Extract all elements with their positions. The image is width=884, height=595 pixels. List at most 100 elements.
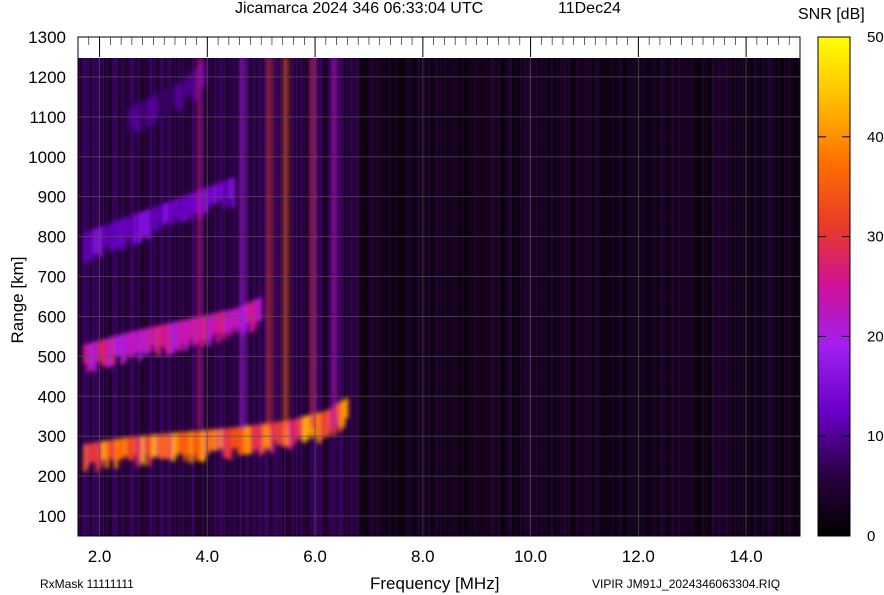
noise-streak [754,58,756,536]
noise-streak [94,58,96,536]
noise-streak [660,58,662,536]
noise-streak [540,58,542,536]
noise-streak [194,58,196,536]
noise-streak [520,58,522,536]
y-tick-label: 1000 [28,148,66,167]
noise-streak [516,58,518,536]
noise-streak [720,58,722,536]
noise-streak [256,58,258,536]
colorbar-tick-label: 20 [867,328,884,345]
x-tick-label: 8.0 [411,547,435,566]
noise-streak [258,58,260,536]
noise-streak [292,58,294,536]
noise-streak [228,58,230,536]
noise-streak [526,58,528,536]
noise-streak [324,58,326,536]
colorbar-tick-label: 30 [867,229,884,246]
noise-streak [426,58,428,536]
noise-streak [208,58,210,536]
noise-streak [376,58,378,536]
noise-streak [522,58,524,536]
noise-streak [784,58,786,536]
noise-streak [700,58,702,536]
noise-streak [736,58,738,536]
noise-streak [670,58,672,536]
noise-streak [570,58,572,536]
noise-streak [460,58,462,536]
noise-streak [470,58,472,536]
noise-streak [676,58,678,536]
noise-streak [742,58,744,536]
noise-streak [446,58,448,536]
noise-streak [556,58,558,536]
noise-streak [204,58,206,536]
x-tick-label: 10.0 [514,547,547,566]
noise-streak [514,58,516,536]
noise-streak [352,58,354,536]
noise-streak [768,58,770,536]
noise-streak [536,58,538,536]
noise-streak [612,58,614,536]
chart-date: 11Dec24 [558,0,621,17]
noise-streak [640,58,642,536]
noise-streak [214,58,216,536]
noise-streak [708,58,710,536]
noise-streak [796,58,798,536]
noise-streak [564,58,566,536]
noise-streak [626,58,628,536]
noise-streak [354,58,356,536]
noise-streak [588,58,590,536]
emission-column [196,58,203,429]
noise-streak [622,58,624,536]
noise-streak [500,58,502,536]
noise-streak [592,58,594,536]
noise-streak [686,58,688,536]
rxmask-label: RxMask 11111111 [40,577,134,591]
noise-streak [386,58,388,536]
noise-streak [710,58,712,536]
noise-streak [792,58,794,536]
noise-streak [326,58,328,536]
noise-streak [476,58,478,536]
noise-streak [678,58,680,536]
noise-streak [776,58,778,536]
noise-streak [672,58,674,536]
colorbar-tick-label: 40 [867,129,884,146]
noise-streak [748,58,750,536]
noise-streak [366,58,368,536]
noise-streak [572,58,574,536]
noise-streak [350,58,352,536]
noise-streak [378,58,380,536]
noise-streak [276,58,278,536]
y-tick-label: 100 [38,507,66,526]
noise-streak [344,58,346,536]
noise-streak [468,58,470,536]
noise-streak [616,58,618,536]
noise-streak [498,58,500,536]
noise-streak [290,58,292,536]
noise-streak [668,58,670,536]
y-tick-label: 1200 [28,68,66,87]
noise-streak [434,58,436,536]
noise-streak [110,58,112,536]
noise-streak [582,58,584,536]
y-tick-label: 800 [38,228,66,247]
noise-streak [628,58,630,536]
noise-streak [466,58,468,536]
x-axis-label: Frequency [MHz] [370,574,500,593]
noise-streak [692,58,694,536]
noise-streak [786,58,788,536]
noise-streak [404,58,406,536]
noise-streak [168,58,170,536]
noise-streak [274,58,276,536]
noise-streak [430,58,432,536]
noise-streak [358,58,360,536]
noise-streak [432,58,434,536]
noise-streak [642,58,644,536]
noise-streak [532,58,534,536]
y-tick-label: 200 [38,467,66,486]
noise-streak [578,58,580,536]
noise-streak [674,58,676,536]
echo-mark [258,297,263,321]
noise-streak [230,58,232,536]
